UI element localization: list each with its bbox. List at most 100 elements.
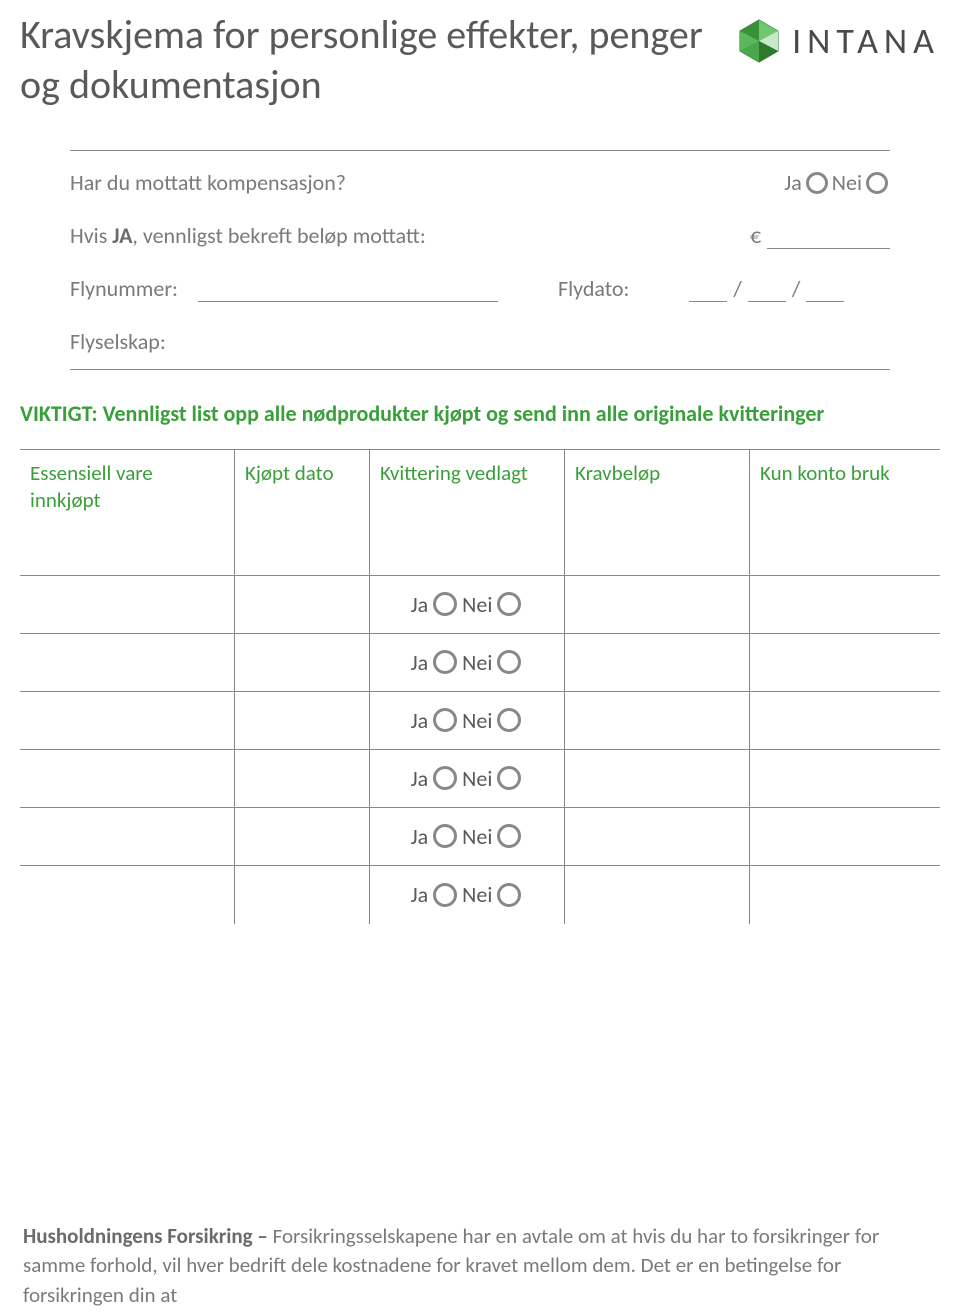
table-row: Ja Nei	[20, 634, 940, 692]
confirm-suffix: , vennligst bekreft beløp mottatt:	[132, 222, 425, 249]
cell-date[interactable]	[235, 576, 370, 633]
table-row: Ja Nei	[20, 808, 940, 866]
euro-symbol: €	[750, 222, 761, 249]
header: Kravskjema for personlige effekter, peng…	[20, 0, 940, 110]
flydato-day[interactable]	[689, 280, 727, 302]
flight-number-row: Flynummer: Flydato: / /	[70, 275, 890, 302]
receipt-ja-radio[interactable]	[433, 824, 457, 848]
receipt-ja-radio[interactable]	[433, 650, 457, 674]
brand-logo: INTANA	[736, 10, 940, 64]
cell-date[interactable]	[235, 692, 370, 749]
cell-receipt: Ja Nei	[370, 634, 565, 691]
confirm-amount-label: Hvis JA, vennligst bekreft beløp mottatt…	[70, 222, 426, 249]
compensation-janei: Ja Nei	[784, 169, 890, 196]
table-row: Ja Nei	[20, 692, 940, 750]
cell-item[interactable]	[20, 866, 235, 924]
intana-logo-icon	[736, 18, 782, 64]
compensation-ja-radio[interactable]	[806, 172, 828, 194]
cell-amount[interactable]	[565, 576, 750, 633]
table-row: Ja Nei	[20, 576, 940, 634]
cell-account[interactable]	[750, 634, 940, 691]
cell-amount[interactable]	[565, 634, 750, 691]
nei-label: Nei	[462, 823, 492, 850]
table-body: Ja Nei Ja Nei Ja Nei Ja Nei Ja Nei Ja Nei	[20, 576, 940, 924]
flydato-year[interactable]	[806, 280, 844, 302]
th-kvittering: Kvittering vedlagt	[370, 450, 565, 575]
nei-label: Nei	[462, 649, 492, 676]
ja-label: Ja	[411, 649, 429, 676]
flydato-label: Flydato:	[558, 275, 629, 302]
cell-date[interactable]	[235, 866, 370, 924]
ja-label: Ja	[411, 707, 429, 734]
confirm-prefix: Hvis	[70, 222, 112, 249]
cell-receipt: Ja Nei	[370, 576, 565, 633]
confirm-amount-row: Hvis JA, vennligst bekreft beløp mottatt…	[70, 222, 890, 249]
receipt-ja-radio[interactable]	[433, 766, 457, 790]
nei-label: Nei	[462, 765, 492, 792]
flynummer-field[interactable]	[198, 280, 498, 302]
cell-item[interactable]	[20, 576, 235, 633]
cell-item[interactable]	[20, 808, 235, 865]
flydato-month[interactable]	[748, 280, 786, 302]
table-header-row: Essensiell vare innkjøpt Kjøpt dato Kvit…	[20, 449, 940, 576]
cell-account[interactable]	[750, 808, 940, 865]
receipt-nei-radio[interactable]	[497, 766, 521, 790]
th-col1-line2: innkjøpt	[30, 487, 101, 513]
nei-label: Nei	[462, 707, 492, 734]
ja-label: Ja	[411, 765, 429, 792]
compensation-nei-radio[interactable]	[866, 172, 888, 194]
slash-2: /	[792, 275, 801, 302]
th-kravbelop: Kravbeløp	[565, 450, 750, 575]
receipt-nei-radio[interactable]	[497, 708, 521, 732]
cell-amount[interactable]	[565, 866, 750, 924]
flydato-field: / /	[689, 275, 844, 302]
cell-amount[interactable]	[565, 808, 750, 865]
cell-account[interactable]	[750, 866, 940, 924]
cell-date[interactable]	[235, 750, 370, 807]
th-essensiell-vare: Essensiell vare innkjøpt	[20, 450, 235, 575]
amount-field[interactable]	[767, 227, 890, 249]
cell-receipt: Ja Nei	[370, 808, 565, 865]
ja-label: Ja	[411, 591, 429, 618]
receipt-nei-radio[interactable]	[497, 592, 521, 616]
flyselskap-label: Flyselskap:	[70, 328, 166, 355]
cell-item[interactable]	[20, 634, 235, 691]
cell-receipt: Ja Nei	[370, 692, 565, 749]
flynummer-label: Flynummer:	[70, 275, 190, 302]
receipt-nei-radio[interactable]	[497, 824, 521, 848]
cell-receipt: Ja Nei	[370, 866, 565, 924]
compensation-row: Har du mottatt kompensasjon? Ja Nei	[70, 169, 890, 196]
cell-receipt: Ja Nei	[370, 750, 565, 807]
receipt-nei-radio[interactable]	[497, 883, 521, 907]
cell-date[interactable]	[235, 808, 370, 865]
items-table: Essensiell vare innkjøpt Kjøpt dato Kvit…	[20, 449, 940, 924]
footer-lead: Husholdningens Forsikring –	[23, 1223, 273, 1249]
th-kun-konto: Kun konto bruk	[750, 450, 940, 575]
receipt-ja-radio[interactable]	[433, 883, 457, 907]
th-col1-line1: Essensiell vare	[30, 460, 153, 486]
cell-date[interactable]	[235, 634, 370, 691]
receipt-nei-radio[interactable]	[497, 650, 521, 674]
confirm-bold: JA	[112, 222, 132, 249]
airline-row: Flyselskap:	[70, 328, 890, 355]
cell-account[interactable]	[750, 692, 940, 749]
cell-item[interactable]	[20, 692, 235, 749]
receipt-ja-radio[interactable]	[433, 592, 457, 616]
ja-label: Ja	[411, 881, 429, 908]
nei-label: Nei	[462, 881, 492, 908]
compensation-question: Har du mottatt kompensasjon?	[70, 169, 346, 196]
cell-amount[interactable]	[565, 750, 750, 807]
cell-account[interactable]	[750, 750, 940, 807]
ja-label: Ja	[784, 169, 802, 196]
table-row: Ja Nei	[20, 750, 940, 808]
nei-label: Nei	[462, 591, 492, 618]
form-section-top: Har du mottatt kompensasjon? Ja Nei Hvis…	[70, 150, 890, 370]
table-row: Ja Nei	[20, 866, 940, 924]
ja-label: Ja	[411, 823, 429, 850]
cell-amount[interactable]	[565, 692, 750, 749]
cell-account[interactable]	[750, 576, 940, 633]
th-kjopt-dato: Kjøpt dato	[235, 450, 370, 575]
page-title: Kravskjema for personlige effekter, peng…	[20, 10, 736, 110]
cell-item[interactable]	[20, 750, 235, 807]
receipt-ja-radio[interactable]	[433, 708, 457, 732]
